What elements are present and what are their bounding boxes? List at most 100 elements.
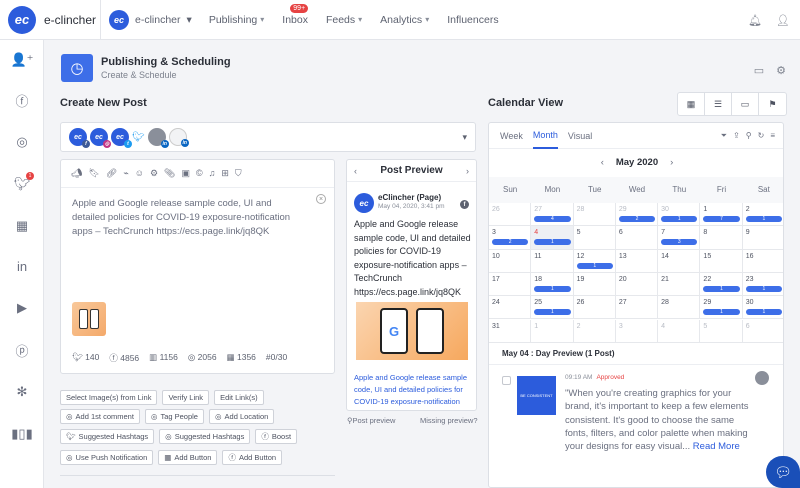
calendar-day[interactable]: 18 1: [531, 272, 574, 297]
post-count-pill[interactable]: 2: [618, 216, 656, 222]
tab-week[interactable]: Week: [500, 131, 523, 141]
calendar-day[interactable]: 8: [700, 226, 743, 250]
calendar-day[interactable]: 4: [658, 319, 701, 343]
emoji-icon[interactable]: ☺: [135, 168, 144, 179]
post-count-pill[interactable]: 1: [576, 262, 613, 269]
calendar-day[interactable]: 30 1: [658, 203, 701, 227]
calendar-day[interactable]: 1: [531, 319, 574, 343]
post-text[interactable]: Apple and Google release sample code, UI…: [72, 197, 302, 238]
facebook-icon[interactable]: ⓕ: [0, 86, 44, 114]
push-notification-button[interactable]: ◎ Use Push Notification: [60, 450, 154, 465]
calendar-day[interactable]: 28: [573, 203, 616, 227]
store-icon[interactable]: ▦: [0, 212, 44, 240]
add-first-comment-button[interactable]: ◎ Add 1st comment: [60, 409, 140, 424]
calendar-day[interactable]: 41: [531, 226, 574, 250]
list-icon[interactable]: ☰: [705, 93, 732, 115]
account-selector[interactable]: ec f ec ◎ ec t 🐦︎ in in ▾: [60, 122, 476, 152]
post-count-pill[interactable]: 3: [661, 239, 698, 246]
calendar-day[interactable]: 30 1: [742, 296, 783, 320]
post-count-pill[interactable]: 1: [661, 216, 698, 222]
menu-icon[interactable]: ≡: [770, 131, 775, 141]
analytics-icon[interactable]: ▮▯▮: [0, 420, 44, 448]
add-location-button[interactable]: ◎ Add Location: [208, 409, 275, 424]
calendar-day[interactable]: 12 1: [573, 249, 616, 273]
calendar-day[interactable]: 29 2: [615, 203, 659, 227]
calendar-day[interactable]: 26: [489, 203, 532, 227]
yelp-icon[interactable]: ✻: [0, 378, 44, 406]
bell-icon[interactable]: 🔔︎: [748, 14, 762, 27]
flag-icon[interactable]: ⚑: [759, 93, 786, 115]
calendar-day[interactable]: 17: [700, 203, 743, 227]
calendar-day[interactable]: 73: [658, 226, 701, 250]
brand[interactable]: ec e-clincher: [0, 0, 100, 40]
chevron-right-icon[interactable]: ›: [670, 157, 673, 168]
folder-icon[interactable]: ▭: [732, 93, 759, 115]
read-more-link[interactable]: Read More: [693, 441, 740, 452]
calendar-day[interactable]: 11: [531, 249, 574, 273]
missing-preview-link[interactable]: Missing preview?: [420, 416, 478, 425]
refresh-icon[interactable]: ↻: [758, 131, 765, 141]
calendar-day[interactable]: 9: [742, 226, 783, 250]
calendar-day[interactable]: 23 1: [742, 273, 783, 297]
instagram-icon[interactable]: ◎: [0, 128, 44, 156]
chevron-left-icon[interactable]: ‹: [601, 157, 604, 168]
close-icon[interactable]: ×: [316, 194, 326, 204]
verify-link-button[interactable]: Verify Link: [162, 390, 210, 405]
nav-analytics[interactable]: Analytics ▾: [371, 14, 438, 26]
select-images-button[interactable]: Select Image(s) from Link: [60, 390, 158, 405]
tab-month[interactable]: Month: [532, 123, 558, 149]
canva-icon[interactable]: ©: [196, 168, 203, 179]
edit-links-button[interactable]: Edit Link(s): [214, 390, 264, 405]
post-count-pill[interactable]: 1: [534, 285, 571, 292]
post-count-pill[interactable]: 4: [534, 216, 571, 222]
twitter-icon[interactable]: 🐦︎ 1: [0, 170, 44, 198]
youtube-icon[interactable]: ▶: [0, 294, 44, 322]
post-count-pill[interactable]: 1: [534, 309, 571, 316]
filter-icon[interactable]: ⏷: [721, 131, 727, 141]
calendar-day[interactable]: 27 4: [531, 203, 574, 227]
calendar-day[interactable]: 24: [489, 296, 532, 320]
calendar-day[interactable]: 25 1: [531, 296, 574, 320]
calendar-day[interactable]: 19: [573, 272, 616, 297]
shield-icon[interactable]: ⛉: [235, 168, 242, 179]
nav-feeds[interactable]: Feeds ▾: [317, 14, 371, 26]
post-count-pill[interactable]: 1: [745, 309, 782, 316]
add-button-store-button[interactable]: ▦ Add Button: [158, 450, 218, 465]
calendar-day[interactable]: 6: [615, 226, 659, 250]
video-icon[interactable]: ▭: [754, 64, 764, 77]
calendar-day[interactable]: 13: [615, 249, 659, 273]
chat-icon[interactable]: 💬︎: [766, 456, 800, 488]
calendar-day[interactable]: 31: [489, 319, 532, 343]
calendar-day[interactable]: 22 1: [700, 272, 743, 297]
chevron-down-icon[interactable]: ▾: [462, 132, 467, 143]
nav-publishing[interactable]: Publishing ▾: [200, 14, 273, 26]
gif-icon[interactable]: ♫: [209, 168, 216, 179]
calendar-day[interactable]: 20: [615, 272, 659, 297]
calendar-day[interactable]: 10: [489, 249, 532, 273]
add-button-facebook-button[interactable]: ⓕ Add Button: [222, 450, 283, 465]
calendar-day[interactable]: 32: [489, 226, 532, 250]
post-count-pill[interactable]: 1: [745, 285, 782, 292]
post-count-pill[interactable]: 7: [703, 216, 740, 222]
calendar-day[interactable]: 3: [615, 319, 659, 343]
post-count-pill[interactable]: 1: [703, 285, 740, 292]
post-editor[interactable]: 📣︎ 🔖︎ 🔗︎ ⌁ ☺ ⚙ 📎︎ ▣ © ♫ ⊞ ⛉ Apple and Go…: [60, 159, 335, 374]
user-icon[interactable]: 👤︎: [776, 14, 790, 27]
calendar-day[interactable]: 27: [615, 296, 659, 320]
post-count-pill[interactable]: 1: [703, 309, 740, 316]
select-checkbox[interactable]: [502, 376, 511, 385]
calendar-day[interactable]: 2: [573, 319, 616, 343]
tag-icon[interactable]: ⌁: [123, 168, 128, 179]
post-preview-link[interactable]: ⚲Post preview: [347, 416, 395, 425]
nav-inbox[interactable]: Inbox 99+: [273, 3, 317, 26]
calendar-day[interactable]: 5: [700, 319, 743, 343]
bookmark-icon[interactable]: 🔖︎: [88, 168, 99, 179]
image-icon[interactable]: ▣: [181, 168, 190, 179]
chevron-left-icon[interactable]: ‹: [354, 166, 357, 176]
pinterest-icon[interactable]: ⓟ: [0, 336, 44, 364]
boost-button[interactable]: ⓕ Boost: [255, 429, 298, 444]
gear-icon[interactable]: ⚙: [776, 64, 786, 77]
chevron-right-icon[interactable]: ›: [466, 166, 469, 176]
calendar-day[interactable]: 17: [489, 272, 532, 297]
attach-icon[interactable]: 📎︎: [164, 168, 175, 179]
